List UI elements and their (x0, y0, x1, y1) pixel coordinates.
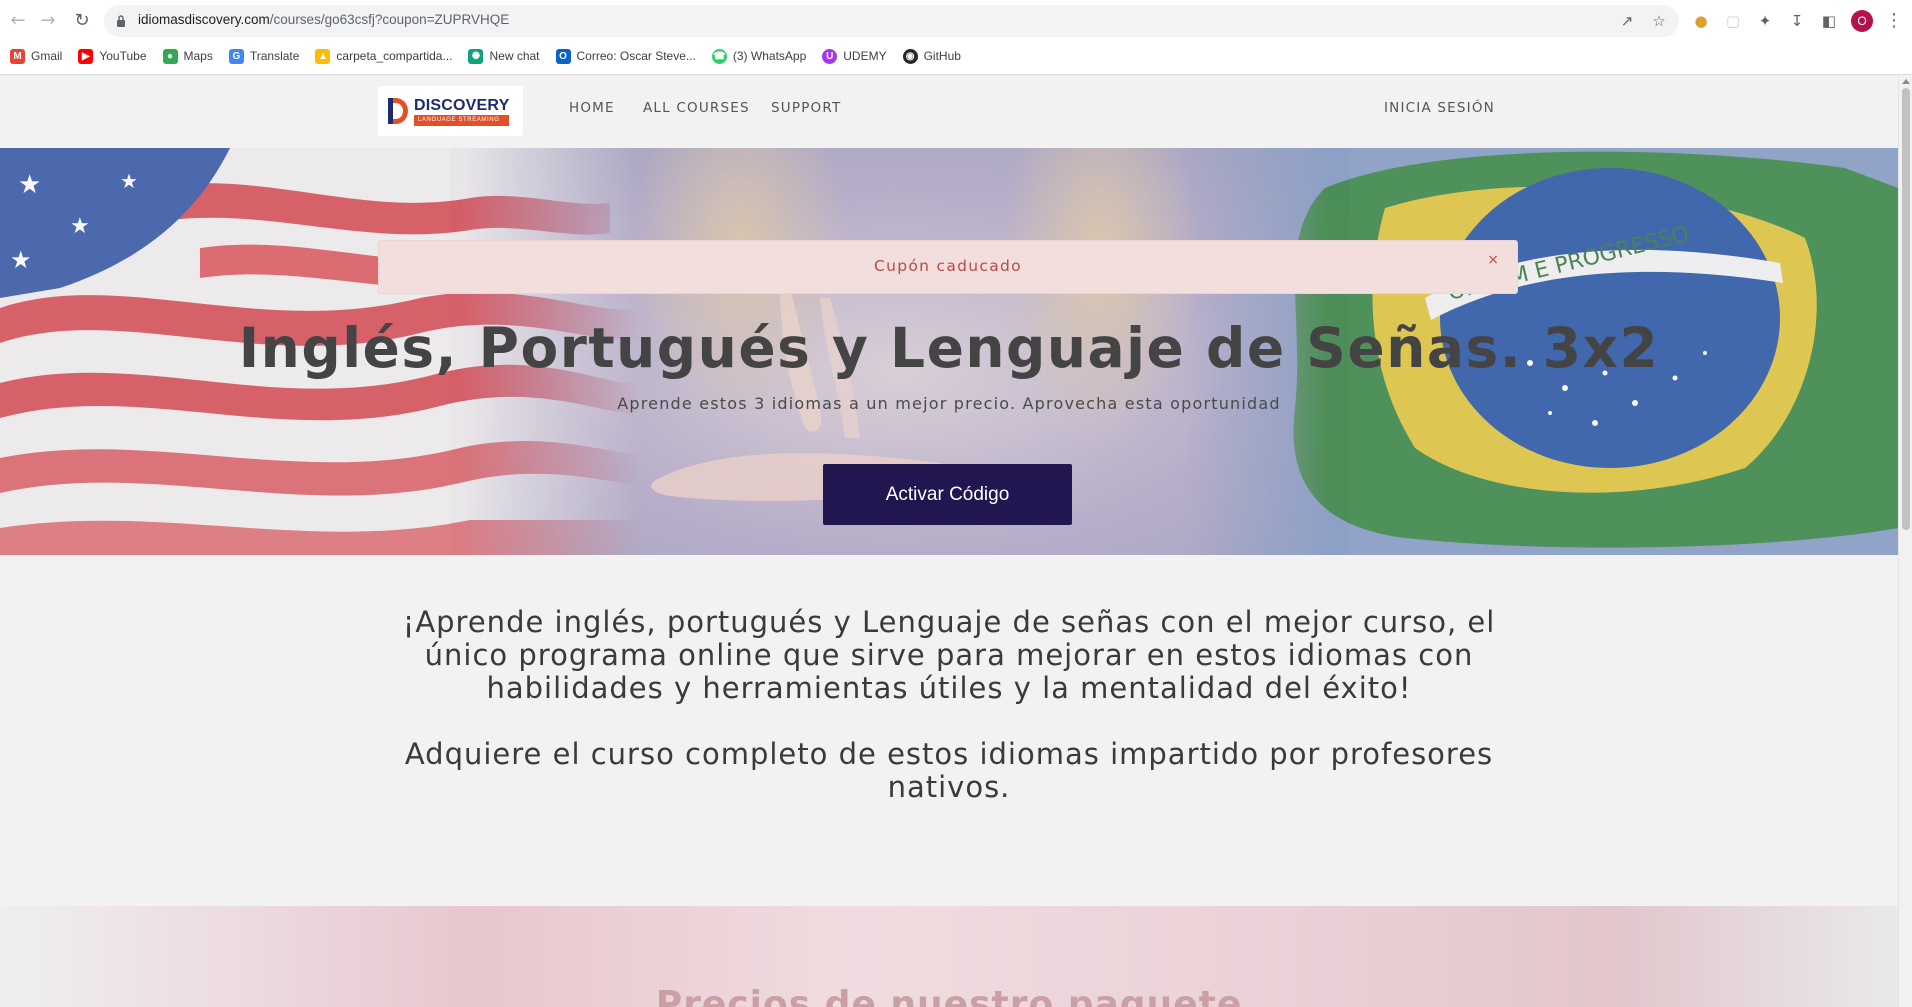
hero-banner: ★ ★ ★ ★ ORDEM E PROGRESSO Cupón caducado… (0, 148, 1898, 555)
svg-text:★: ★ (10, 246, 32, 274)
puzzle-icon[interactable]: ✦ (1754, 10, 1776, 32)
browser-chrome: ← → ↻ idiomasdiscovery.com/courses/go63c… (0, 0, 1912, 75)
address-bar-row: ← → ↻ idiomasdiscovery.com/courses/go63c… (0, 0, 1912, 42)
hero-subtitle: Aprende estos 3 idiomas a un mejor preci… (617, 394, 1281, 413)
share-icon[interactable]: ↗ (1617, 11, 1637, 31)
bookmark-udemy[interactable]: U UDEMY (822, 48, 887, 64)
hero-title: Inglés, Portugués y Lenguaje de Señas. 3… (238, 316, 1660, 380)
bookmark-whatsapp[interactable]: ☎ (3) WhatsApp (711, 48, 807, 64)
maps-icon: ● (162, 48, 178, 64)
pricing-title: Precios de nuestro paquete (655, 984, 1243, 1007)
pricing-section: Precios de nuestro paquete (0, 906, 1898, 1007)
bookmark-label: (3) WhatsApp (732, 49, 807, 63)
description-paragraph: ¡Aprende inglés, portugués y Lenguaje de… (402, 605, 1496, 705)
back-icon[interactable]: ← (6, 9, 30, 33)
address-bar[interactable]: idiomasdiscovery.com/courses/go63csfj?co… (104, 5, 1679, 37)
lock-icon (117, 15, 125, 27)
outlook-icon: O (555, 48, 571, 64)
scroll-up-arrow-icon[interactable] (1902, 79, 1910, 84)
cookie-extension-icon[interactable]: ● (1690, 10, 1712, 32)
chatgpt-icon: ✺ (468, 48, 484, 64)
close-icon[interactable]: × (1487, 253, 1499, 267)
bookmark-label: UDEMY (843, 49, 887, 63)
browser-menu-icon[interactable]: ⋮ (1884, 9, 1904, 33)
nav-all-courses[interactable]: ALL COURSES (643, 100, 750, 116)
logo-tagline: LANGUAGE STREAMING (414, 114, 510, 126)
bookmark-label: YouTube (99, 49, 147, 63)
url-host: idiomasdiscovery.com (138, 12, 270, 27)
bookmark-label: Maps (183, 49, 213, 63)
drive-icon: ▲ (315, 48, 331, 64)
reload-icon[interactable]: ↻ (70, 9, 94, 33)
page-scrollbar[interactable] (1898, 76, 1912, 1007)
star-icon[interactable]: ☆ (1649, 11, 1669, 31)
alert-message: Cupón caducado (874, 257, 1022, 275)
coupon-alert: Cupón caducado × (378, 240, 1518, 294)
bookmark-label: Translate (249, 49, 300, 63)
site-logo[interactable]: DISCOVERY LANGUAGE STREAMING (378, 86, 523, 136)
bookmark-label: GitHub (923, 49, 961, 63)
bookmark-github[interactable]: ◉ GitHub (902, 48, 961, 64)
nav-support[interactable]: SUPPORT (771, 100, 841, 116)
nav-login[interactable]: INICIA SESIÓN (1384, 100, 1495, 116)
profile-avatar[interactable]: O (1851, 10, 1873, 32)
bookmark-label: New chat (489, 49, 540, 63)
bookmark-drive[interactable]: ▲ carpeta_compartida... (315, 48, 453, 64)
extension-icon[interactable]: ▢ (1722, 10, 1744, 32)
course-description: ¡Aprende inglés, portugués y Lenguaje de… (0, 606, 1898, 804)
nav-home[interactable]: HOME (569, 100, 615, 116)
url-path: /courses/go63csfj?coupon=ZUPRVHQE (269, 12, 510, 27)
scrollbar-thumb[interactable] (1902, 88, 1910, 530)
side-panel-icon[interactable]: ◧ (1818, 10, 1840, 32)
bookmark-label: Gmail (31, 49, 63, 63)
github-icon: ◉ (902, 48, 918, 64)
bookmark-chatgpt[interactable]: ✺ New chat (468, 48, 540, 64)
udemy-icon: U (822, 48, 838, 64)
svg-text:★: ★ (18, 170, 41, 200)
svg-text:★: ★ (70, 214, 90, 239)
gmail-icon: M (10, 48, 25, 64)
logo-wordmark: DISCOVERY (414, 96, 510, 114)
translate-icon: G (228, 48, 244, 64)
description-paragraph: Adquiere el curso completo de estos idio… (404, 737, 1494, 804)
page-viewport: DISCOVERY LANGUAGE STREAMING HOME ALL CO… (0, 76, 1898, 1007)
bookmark-gmail[interactable]: M Gmail (10, 48, 63, 64)
logo-mark-icon (388, 98, 408, 124)
forward-icon[interactable]: → (36, 9, 60, 33)
svg-text:★: ★ (120, 169, 138, 193)
activate-code-button[interactable]: Activar Código (823, 464, 1072, 525)
bookmark-maps[interactable]: ● Maps (162, 48, 213, 64)
bookmark-label: carpeta_compartida... (336, 49, 453, 63)
youtube-icon: ▶ (78, 48, 94, 64)
url-text[interactable]: idiomasdiscovery.com/courses/go63csfj?co… (138, 12, 509, 27)
download-icon[interactable]: ↧ (1786, 10, 1808, 32)
bookmark-label: Correo: Oscar Steve... (576, 49, 696, 63)
site-header: DISCOVERY LANGUAGE STREAMING HOME ALL CO… (0, 76, 1898, 148)
bookmarks-bar: M Gmail ▶ YouTube ● Maps G Translate ▲ carpet… (0, 44, 961, 68)
whatsapp-icon: ☎ (711, 48, 727, 64)
bookmark-outlook[interactable]: O Correo: Oscar Steve... (555, 48, 696, 64)
bookmark-youtube[interactable]: ▶ YouTube (78, 48, 147, 64)
bookmark-translate[interactable]: G Translate (228, 48, 300, 64)
